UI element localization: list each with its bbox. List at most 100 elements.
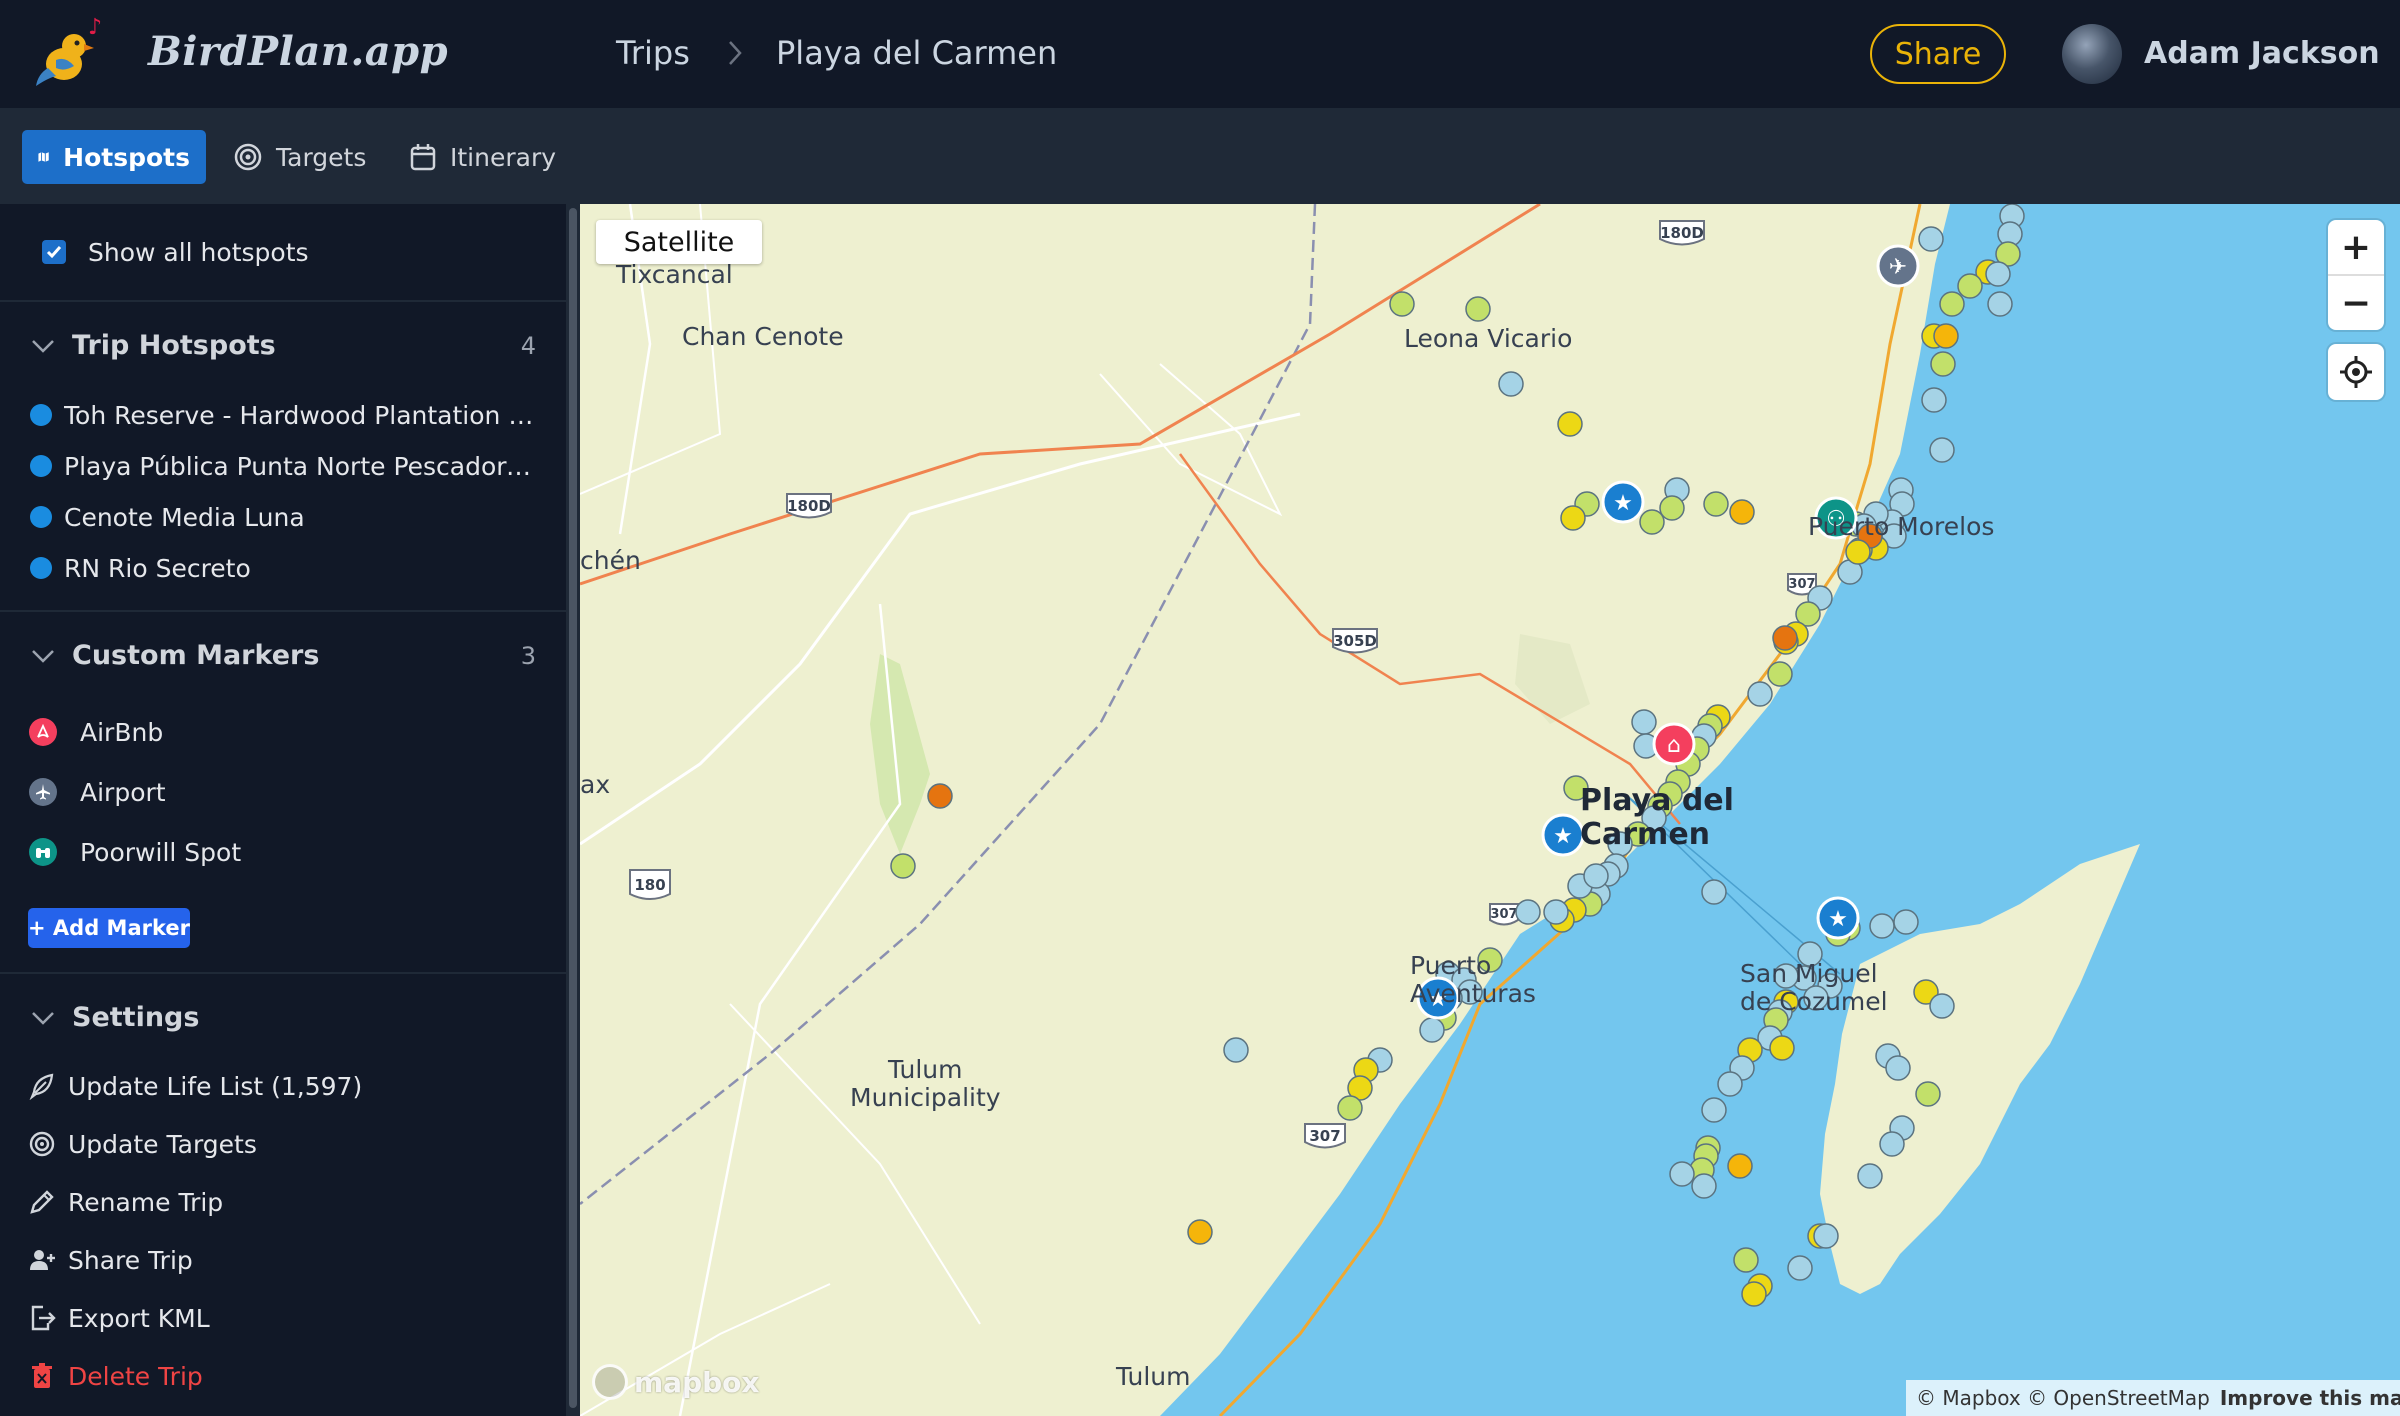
satellite-toggle-button[interactable]: Satellite: [596, 220, 762, 264]
hotspot-marker[interactable]: [1787, 1255, 1813, 1281]
show-all-hotspots-checkbox[interactable]: [42, 240, 66, 264]
hotspot-marker[interactable]: [1583, 863, 1609, 889]
custom-marker-item-airport[interactable]: Airport: [0, 772, 540, 812]
bird-logo-icon[interactable]: ♪: [34, 15, 114, 92]
hotspot-marker[interactable]: [1465, 296, 1491, 322]
hotspot-marker[interactable]: [1918, 226, 1944, 252]
geolocate-button[interactable]: [2328, 344, 2384, 400]
mapbox-logo[interactable]: mapbox: [592, 1362, 759, 1402]
breadcrumb-trips[interactable]: Trips: [616, 34, 690, 72]
hotspot-marker[interactable]: [1869, 913, 1895, 939]
attribution-mapbox-link[interactable]: © Mapbox: [1916, 1386, 2021, 1410]
hotspot-marker[interactable]: [1691, 1173, 1717, 1199]
hotspot-marker[interactable]: [1703, 491, 1729, 517]
user-avatar[interactable]: [2062, 24, 2122, 84]
hotspot-marker[interactable]: [1669, 1161, 1695, 1187]
hotspot-marker[interactable]: [1985, 261, 2011, 287]
hotspot-marker[interactable]: [1419, 1017, 1445, 1043]
map-canvas[interactable]: 180D 180D 305D 307 307 307 180 ★ ★ ★ ★ ⌂ ✈ ⚇ T…: [580, 204, 2400, 1416]
zoom-in-button[interactable]: +: [2328, 220, 2384, 274]
hotspot-marker[interactable]: [1813, 1223, 1839, 1249]
hotspot-marker[interactable]: [1857, 1163, 1883, 1189]
hotspot-marker[interactable]: [1717, 1071, 1743, 1097]
settings-title[interactable]: Settings: [72, 1002, 199, 1033]
chevron-down-icon[interactable]: [30, 1008, 56, 1028]
custom-marker-item-airbnb[interactable]: AirBnb: [0, 712, 540, 752]
hotspot-marker[interactable]: [1772, 625, 1798, 651]
improve-map-link[interactable]: Improve this map: [2220, 1386, 2400, 1410]
trip-hotspot-star-marker[interactable]: ★: [1541, 813, 1585, 857]
custom-marker-item-poorwill[interactable]: Poorwill Spot: [0, 832, 540, 872]
tab-hotspots[interactable]: Hotspots: [22, 130, 206, 184]
app-logo-text[interactable]: BirdPlan.app: [148, 28, 448, 75]
export-kml-button[interactable]: Export KML: [0, 1300, 540, 1340]
hotspot-marker[interactable]: [1729, 499, 1755, 525]
hotspot-marker[interactable]: [1741, 1281, 1767, 1307]
hotspot-marker[interactable]: [1733, 1247, 1759, 1273]
custom-marker-label: Airport: [80, 777, 166, 807]
hotspot-marker[interactable]: [1701, 1097, 1727, 1123]
pencil-icon: [30, 1190, 54, 1214]
hotspot-marker[interactable]: [1885, 1055, 1911, 1081]
add-marker-button[interactable]: + Add Marker: [28, 908, 190, 948]
zoom-out-button[interactable]: −: [2328, 276, 2384, 330]
sidebar-scrollbar-thumb[interactable]: [569, 208, 577, 1408]
hotspot-marker[interactable]: [1929, 437, 1955, 463]
hotspot-marker[interactable]: [1223, 1037, 1249, 1063]
chevron-down-icon[interactable]: [30, 646, 56, 666]
hotspot-marker[interactable]: [1389, 291, 1415, 317]
trip-hotspot-star-marker[interactable]: ★: [1601, 480, 1645, 524]
airbnb-map-marker[interactable]: ⌂: [1652, 722, 1696, 766]
hotspot-marker[interactable]: [1639, 509, 1665, 535]
share-button[interactable]: Share: [1870, 24, 2006, 84]
trip-hotspots-title[interactable]: Trip Hotspots: [72, 330, 276, 361]
hotspot-marker[interactable]: [1957, 273, 1983, 299]
hotspot-marker[interactable]: [1933, 323, 1959, 349]
hotspot-marker[interactable]: [1845, 539, 1871, 565]
hotspot-marker[interactable]: [1515, 899, 1541, 925]
chevron-down-icon[interactable]: [30, 336, 56, 356]
attribution-osm-link[interactable]: © OpenStreetMap: [2027, 1386, 2210, 1410]
highway-shield-180: 180: [629, 869, 671, 900]
hotspot-marker[interactable]: [1987, 291, 2013, 317]
hotspot-marker[interactable]: [1915, 1081, 1941, 1107]
hotspot-marker[interactable]: [1921, 387, 1947, 413]
hotspot-marker[interactable]: [1543, 899, 1569, 925]
tab-targets[interactable]: Targets: [218, 130, 382, 184]
rename-trip-button[interactable]: Rename Trip: [0, 1184, 540, 1224]
trip-hotspot-star-marker[interactable]: ★: [1816, 896, 1860, 940]
hotspot-marker[interactable]: [1557, 411, 1583, 437]
hotspot-marker[interactable]: [1893, 909, 1919, 935]
trip-hotspot-item[interactable]: RN Rio Secreto: [0, 548, 540, 588]
hotspot-marker[interactable]: [1187, 1219, 1213, 1245]
hotspot-marker[interactable]: [1767, 661, 1793, 687]
tab-itinerary[interactable]: Itinerary: [394, 130, 572, 184]
trip-hotspot-item[interactable]: Playa Pública Punta Norte Pescadores: [0, 446, 540, 486]
hotspot-marker[interactable]: [1879, 1131, 1905, 1157]
custom-markers-title[interactable]: Custom Markers: [72, 640, 319, 671]
hotspot-marker[interactable]: [1337, 1095, 1363, 1121]
hotspot-marker[interactable]: [1930, 351, 1956, 377]
hotspot-marker[interactable]: [1560, 505, 1586, 531]
hotspot-marker[interactable]: [1498, 371, 1524, 397]
hotspot-marker[interactable]: [1747, 681, 1773, 707]
trip-hotspot-item[interactable]: Cenote Media Luna: [0, 497, 540, 537]
update-life-list-button[interactable]: Update Life List (1,597): [0, 1068, 540, 1108]
trip-hotspot-item[interactable]: Toh Reserve - Hardwood Plantation and Tr…: [0, 395, 540, 435]
hotspot-marker[interactable]: [890, 853, 916, 879]
delete-trip-button[interactable]: Delete Trip: [0, 1358, 540, 1398]
share-trip-label: Share Trip: [68, 1246, 193, 1275]
user-name[interactable]: Adam Jackson: [2144, 36, 2380, 71]
hotspot-marker[interactable]: [927, 783, 953, 809]
hotspot-marker[interactable]: [1929, 993, 1955, 1019]
hotspot-marker[interactable]: [1769, 1035, 1795, 1061]
share-trip-button[interactable]: Share Trip: [0, 1242, 540, 1282]
hotspot-marker[interactable]: [1659, 495, 1685, 521]
hotspot-marker[interactable]: [1631, 709, 1657, 735]
show-all-hotspots-label[interactable]: Show all hotspots: [88, 238, 309, 267]
hotspot-marker[interactable]: [1939, 291, 1965, 317]
hotspot-marker[interactable]: [1727, 1153, 1753, 1179]
hotspot-marker[interactable]: [1701, 879, 1727, 905]
airport-map-marker[interactable]: ✈: [1876, 244, 1920, 288]
update-targets-button[interactable]: Update Targets: [0, 1126, 540, 1166]
